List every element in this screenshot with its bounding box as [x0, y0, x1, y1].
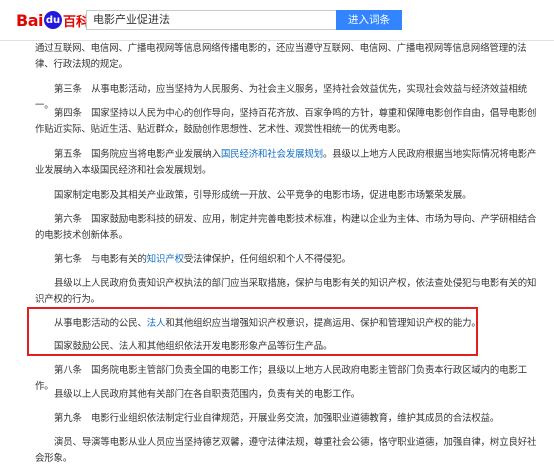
- search-input[interactable]: [86, 10, 336, 30]
- article-paragraph: 国家制定电影及其相关产业政策，引导形成统一开放、公平竞争的电影市场，促进电影市场…: [35, 188, 545, 204]
- baidu-baike-logo[interactable]: Bai du 百科: [16, 9, 89, 31]
- paragraph-text: 第九条 电影行业组织依法制定行业自律规范，开展业务交流，加强职业道德教育，维护其…: [54, 413, 500, 424]
- paragraph-text: 县级以上人民政府其他有关部门在各自职责范围内，负责有关的电影工作。: [54, 389, 361, 400]
- paragraph-text: 演员、导演等电影从业人员应当坚持德艺双馨，遵守法律法规，尊重社会公德，恪守职业道…: [35, 437, 537, 464]
- top-bar: Bai du 百科 进入词条: [0, 0, 554, 41]
- link-intellectual-property[interactable]: 知识产权: [147, 254, 184, 265]
- article-paragraph: 第九条 电影行业组织依法制定行业自律规范，开展业务交流，加强职业道德教育，维护其…: [35, 411, 545, 427]
- article-paragraph: 演员、导演等电影从业人员应当坚持德艺双馨，遵守法律法规，尊重社会公德，恪守职业道…: [35, 435, 545, 467]
- red-highlight-box: [27, 307, 478, 356]
- paragraph-text: 第四条 国家坚持以人民为中心的创作导向，坚持百花齐放、百家争鸣的方针，尊重和保障…: [35, 108, 537, 135]
- paw-icon: du: [43, 11, 62, 29]
- paragraph-text: 第六条 国家鼓励电影科技的研发、应用，制定并完善电影技术标准，构建以企业为主体、…: [35, 214, 537, 241]
- article-paragraph: 第七条 与电影有关的知识产权受法律保护，任何组织和个人不得侵犯。: [35, 252, 545, 268]
- article-paragraph: 第六条 国家鼓励电影科技的研发、应用，制定并完善电影技术标准，构建以企业为主体、…: [35, 212, 545, 244]
- article-paragraph: 通过互联网、电信网、广播电视网等信息网络传播电影的，还应当遵守互联网、电信网、广…: [35, 41, 545, 73]
- paragraph-text: 第五条 国务院应当将电影产业发展纳入: [54, 149, 221, 160]
- paragraph-text: 受法律保护，任何组织和个人不得侵犯。: [183, 254, 351, 265]
- article-paragraph: 县级以上人民政府负责知识产权执法的部门应当采取措施，保护与电影有关的知识产权，依…: [35, 276, 545, 308]
- enter-entry-button[interactable]: 进入词条: [336, 10, 402, 30]
- paragraph-text: 通过互联网、电信网、广播电视网等信息网络传播电影的，还应当遵守互联网、电信网、广…: [35, 43, 527, 70]
- paragraph-text: 第七条 与电影有关的: [54, 254, 147, 265]
- article-paragraph: 第五条 国务院应当将电影产业发展纳入国民经济和社会发展规划。县级以上地方人民政府…: [35, 147, 545, 179]
- paragraph-text: 国家制定电影及其相关产业政策，引导形成统一开放、公平竞争的电影市场，促进电影市场…: [54, 190, 472, 201]
- paragraph-text: 县级以上人民政府负责知识产权执法的部门应当采取措施，保护与电影有关的知识产权，依…: [35, 278, 537, 305]
- link-national-economic-plan[interactable]: 国民经济和社会发展规划: [221, 149, 323, 160]
- article-paragraph: 第四条 国家坚持以人民为中心的创作导向，坚持百花齐放、百家争鸣的方针，尊重和保障…: [35, 106, 545, 138]
- article-paragraph: 县级以上人民政府其他有关部门在各自职责范围内，负责有关的电影工作。: [35, 387, 545, 403]
- logo-text-bai: Bai: [16, 10, 43, 30]
